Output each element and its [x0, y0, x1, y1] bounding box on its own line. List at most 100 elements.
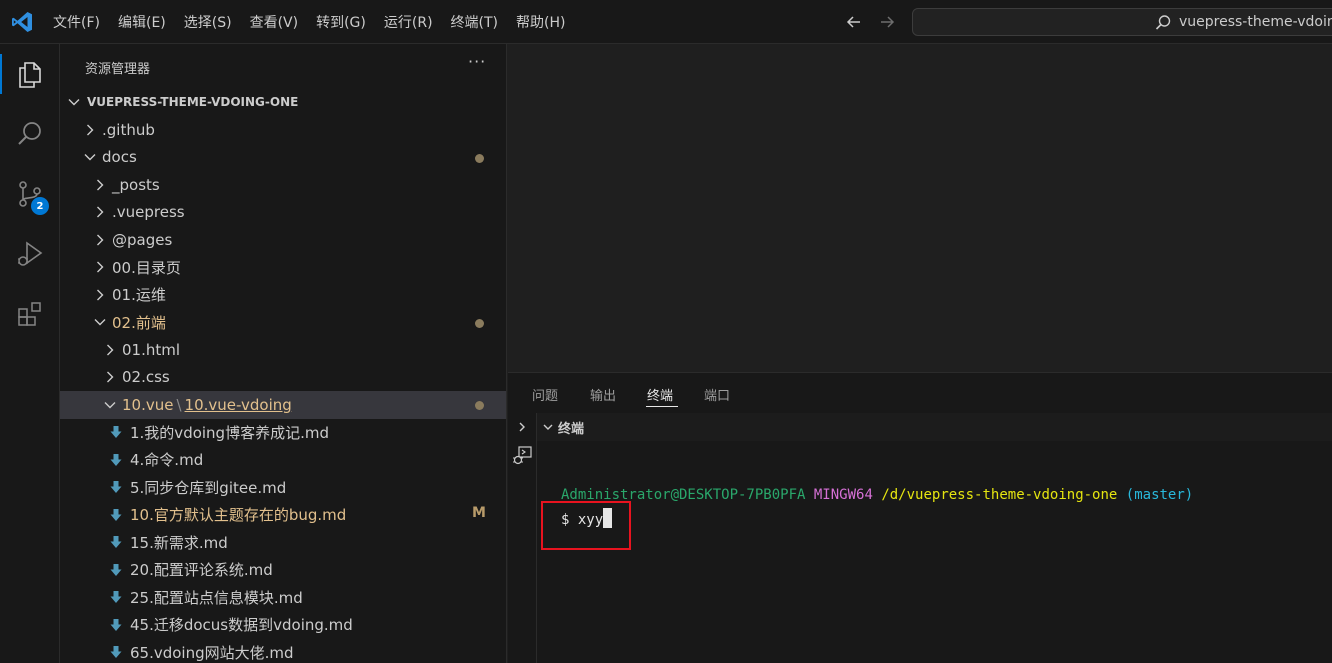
- chevron-down-icon: [68, 98, 80, 105]
- folder-item[interactable]: @pages: [60, 226, 506, 254]
- search-text: vuepress-theme-vdoing: [1179, 14, 1332, 30]
- menu-go[interactable]: 转到(G): [316, 12, 366, 32]
- file-item[interactable]: 4.命令.md: [60, 446, 506, 474]
- menu-bar: 文件(F) 编辑(E) 选择(S) 查看(V) 转到(G) 运行(R) 终端(T…: [53, 0, 583, 44]
- tab-problems[interactable]: 问题: [532, 385, 558, 404]
- folder-item[interactable]: _posts: [60, 171, 506, 199]
- extensions-button[interactable]: [0, 286, 60, 342]
- chevron-right-icon: [93, 205, 107, 219]
- menu-file[interactable]: 文件(F): [53, 12, 100, 32]
- markdown-file-icon: [109, 425, 123, 439]
- file-item[interactable]: 1.我的vdoing博客养成记.md: [60, 419, 506, 447]
- terminal-debug-icon[interactable]: [511, 445, 533, 467]
- markdown-file-icon: [109, 645, 123, 659]
- tree-item-label: 65.vdoing网站大佬.md: [130, 643, 294, 662]
- tree-item-label: 25.配置站点信息模块.md: [130, 588, 303, 607]
- chevron-right-icon[interactable]: [516, 421, 528, 433]
- menu-selection[interactable]: 选择(S): [184, 12, 232, 32]
- markdown-file-icon: [109, 453, 123, 467]
- terminal-path: /d/vuepress-theme-vdoing-one: [881, 487, 1118, 503]
- workspace-root[interactable]: VUEPRESS-THEME-VDOING-ONE: [60, 88, 506, 115]
- extensions-icon: [18, 302, 41, 326]
- bottom-panel: 问题 输出 终端 端口 终端 Administrator@DESKTOP-7PB…: [508, 372, 1332, 663]
- chevron-right-icon: [93, 233, 107, 247]
- terminal-prompt-line: Administrator@DESKTOP-7PB0PFA MINGW64 /d…: [561, 487, 1193, 503]
- tree-item-label: 10.官方默认主题存在的bug.md: [130, 506, 347, 525]
- tab-output[interactable]: 输出: [590, 385, 616, 404]
- markdown-file-icon: [109, 590, 123, 604]
- file-item[interactable]: 20.配置评论系统.md: [60, 556, 506, 584]
- workspace-root-label: VUEPRESS-THEME-VDOING-ONE: [87, 94, 299, 109]
- menu-edit[interactable]: 编辑(E): [118, 12, 166, 32]
- chevron-right-icon: [93, 260, 107, 274]
- vscode-logo-icon: [12, 12, 32, 32]
- modified-dot-indicator: [475, 318, 484, 328]
- title-bar: 文件(F) 编辑(E) 选择(S) 查看(V) 转到(G) 运行(R) 终端(T…: [0, 0, 1332, 44]
- activity-bar: 2: [0, 44, 60, 663]
- menu-run[interactable]: 运行(R): [384, 12, 433, 32]
- tab-ports[interactable]: 端口: [704, 385, 730, 404]
- back-button[interactable]: [843, 11, 865, 33]
- search-view-button[interactable]: [0, 106, 60, 162]
- folder-item[interactable]: .github: [60, 116, 506, 144]
- file-item[interactable]: 10.官方默认主题存在的bug.md M: [60, 501, 506, 529]
- arrow-left-icon: [846, 16, 860, 28]
- menu-terminal[interactable]: 终端(T): [451, 12, 498, 32]
- search-icon: [18, 122, 41, 145]
- sidebar-title: 资源管理器: [85, 62, 151, 77]
- markdown-file-icon: [109, 480, 123, 494]
- active-indicator: [0, 54, 2, 94]
- source-control-badge: 2: [31, 197, 49, 215]
- more-actions-icon[interactable]: ···: [468, 52, 486, 71]
- modified-dot-indicator: [475, 401, 484, 410]
- file-item[interactable]: 65.vdoing网站大佬.md: [60, 639, 506, 663]
- file-item[interactable]: 15.新需求.md: [60, 529, 506, 557]
- menu-help[interactable]: 帮助(H): [516, 12, 565, 32]
- editor-area: [508, 44, 1332, 372]
- markdown-file-icon: [109, 535, 123, 549]
- tree-item-label: 1.我的vdoing博客养成记.md: [130, 423, 329, 442]
- chevron-right-icon: [103, 343, 117, 357]
- chevron-down-icon: [103, 398, 117, 412]
- file-item[interactable]: 45.迁移docus数据到vdoing.md: [60, 611, 506, 639]
- git-modified-badge: M: [472, 505, 486, 521]
- modified-dot-indicator: [475, 153, 484, 163]
- folder-item[interactable]: docs: [60, 144, 506, 172]
- explorer-sidebar: 资源管理器 ··· VUEPRESS-THEME-VDOING-ONE .git…: [60, 44, 507, 663]
- file-item[interactable]: 25.配置站点信息模块.md: [60, 584, 506, 612]
- tree-item-label: 10.vue \ 10.vue-vdoing: [122, 395, 292, 414]
- explorer-button[interactable]: [0, 46, 60, 102]
- tree-item-label: 20.配置评论系统.md: [130, 561, 273, 580]
- chevron-right-icon: [93, 288, 107, 302]
- active-tab-indicator: [646, 406, 678, 407]
- tab-terminal[interactable]: 终端: [647, 385, 673, 404]
- chevron-down-icon: [543, 424, 553, 430]
- folder-item[interactable]: 01.html: [60, 336, 506, 364]
- tree-item-label: docs: [102, 148, 137, 167]
- menu-view[interactable]: 查看(V): [250, 12, 299, 32]
- run-debug-button[interactable]: [0, 226, 60, 282]
- tree-item-label: 00.目录页: [112, 258, 181, 277]
- folder-item[interactable]: 02.css: [60, 364, 506, 392]
- folder-item[interactable]: .vuepress: [60, 199, 506, 227]
- folder-item[interactable]: 02.前端: [60, 309, 506, 337]
- markdown-file-icon: [109, 508, 123, 522]
- folder-item[interactable]: 10.vue \ 10.vue-vdoing: [60, 391, 506, 419]
- forward-button[interactable]: [876, 11, 898, 33]
- markdown-file-icon: [109, 618, 123, 632]
- source-control-button[interactable]: 2: [0, 166, 60, 222]
- chevron-right-icon: [83, 123, 97, 137]
- terminal-section-label: 终端: [558, 421, 585, 437]
- markdown-file-icon: [109, 563, 123, 577]
- folder-item[interactable]: 00.目录页: [60, 254, 506, 282]
- command-center-search[interactable]: vuepress-theme-vdoing: [912, 8, 1332, 36]
- terminal-view[interactable]: Administrator@DESKTOP-7PB0PFA MINGW64 /d…: [537, 441, 1332, 663]
- chevron-right-icon: [93, 178, 107, 192]
- terminal-section-header[interactable]: 终端: [537, 413, 1332, 441]
- file-item[interactable]: 5.同步仓库到gitee.md: [60, 474, 506, 502]
- chevron-down-icon: [93, 315, 107, 329]
- folder-item[interactable]: 01.运维: [60, 281, 506, 309]
- tree-item-label: 15.新需求.md: [130, 533, 228, 552]
- tree-item-label: 45.迁移docus数据到vdoing.md: [130, 616, 353, 635]
- arrow-right-icon: [881, 16, 895, 28]
